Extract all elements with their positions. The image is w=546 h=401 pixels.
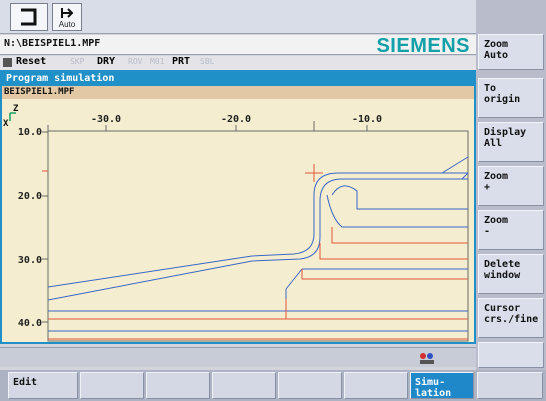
empty-softkey-4[interactable]: [212, 372, 276, 399]
y-tick-label: 10.0: [18, 127, 42, 138]
zoom-auto-softkey[interactable]: Zoom Auto: [478, 34, 544, 70]
display-all-softkey[interactable]: Display All: [478, 122, 544, 162]
delete-window-softkey[interactable]: Delete window: [478, 254, 544, 294]
simulation-file: BEISPIEL1.MPF: [2, 86, 474, 99]
dry-status: DRY: [97, 56, 116, 67]
status-row: Reset SKP DRY ROV M01 PRT SBL: [0, 56, 476, 70]
reset-status: Reset: [16, 56, 47, 67]
empty-softkey-3[interactable]: [146, 372, 210, 399]
x-tick-label: -20.0: [221, 114, 251, 125]
simulation-window: Program simulation BEISPIEL1.MPF Z X -30…: [0, 70, 476, 344]
m01-status: M01: [150, 57, 165, 66]
cursor-coarse-fine-softkey[interactable]: Cursor crs./fine: [478, 298, 544, 338]
auto-mode-indicator: Auto: [52, 3, 82, 31]
simulation-canvas[interactable]: Z X -30.0 -20.0 -10.0 10.0 20.0 30.0 40.…: [2, 99, 474, 342]
program-path-row: N:\BEISPIEL1.MPF SIEMENS: [0, 35, 476, 57]
empty-softkey-6[interactable]: [344, 372, 408, 399]
axis-x-label: X: [3, 119, 9, 129]
bracket-icon: [21, 8, 37, 26]
sbl-status: SBL: [200, 57, 215, 66]
zoom-out-softkey[interactable]: Zoom -: [478, 210, 544, 250]
simulation-plot[interactable]: Z X -30.0 -20.0 -10.0 10.0 20.0 30.0 40.…: [2, 99, 474, 342]
arrow-right-icon: [61, 8, 74, 18]
empty-vertical-softkey[interactable]: [478, 342, 544, 368]
empty-softkey-2[interactable]: [80, 372, 144, 399]
simulation-softkey[interactable]: Simu- lation: [410, 372, 474, 399]
simulation-title: Program simulation: [2, 72, 474, 85]
zoom-in-softkey[interactable]: Zoom +: [478, 166, 544, 206]
y-tick-label: 20.0: [18, 191, 42, 202]
mode-indicator: [10, 3, 48, 31]
axis-z-label: Z: [13, 104, 19, 114]
empty-softkey-5[interactable]: [278, 372, 342, 399]
program-path: N:\BEISPIEL1.MPF: [4, 38, 101, 49]
rov-status: ROV: [128, 57, 143, 66]
prt-status: PRT: [172, 56, 191, 67]
skp-status: SKP: [70, 57, 85, 66]
reset-status-icon: [3, 58, 12, 67]
message-bar: [0, 347, 476, 367]
axis-symbol-icon: [9, 112, 16, 121]
edit-softkey[interactable]: Edit: [8, 372, 78, 399]
to-origin-softkey[interactable]: To origin: [478, 78, 544, 118]
top-bar: Auto: [0, 0, 476, 34]
vertical-softkey-bar: Zoom Auto To origin Display All Zoom + Z…: [476, 0, 546, 370]
x-tick-label: -30.0: [91, 114, 121, 125]
channel-status-icon: [420, 353, 434, 364]
x-tick-label: -10.0: [352, 114, 382, 125]
mode-label: Auto: [58, 20, 76, 29]
y-tick-label: 40.0: [18, 318, 42, 329]
empty-softkey-8[interactable]: [477, 372, 543, 399]
y-tick-label: 30.0: [18, 255, 42, 266]
horizontal-softkey-bar: Edit Simu- lation: [0, 370, 546, 401]
brand-logo: SIEMENS: [376, 35, 470, 57]
